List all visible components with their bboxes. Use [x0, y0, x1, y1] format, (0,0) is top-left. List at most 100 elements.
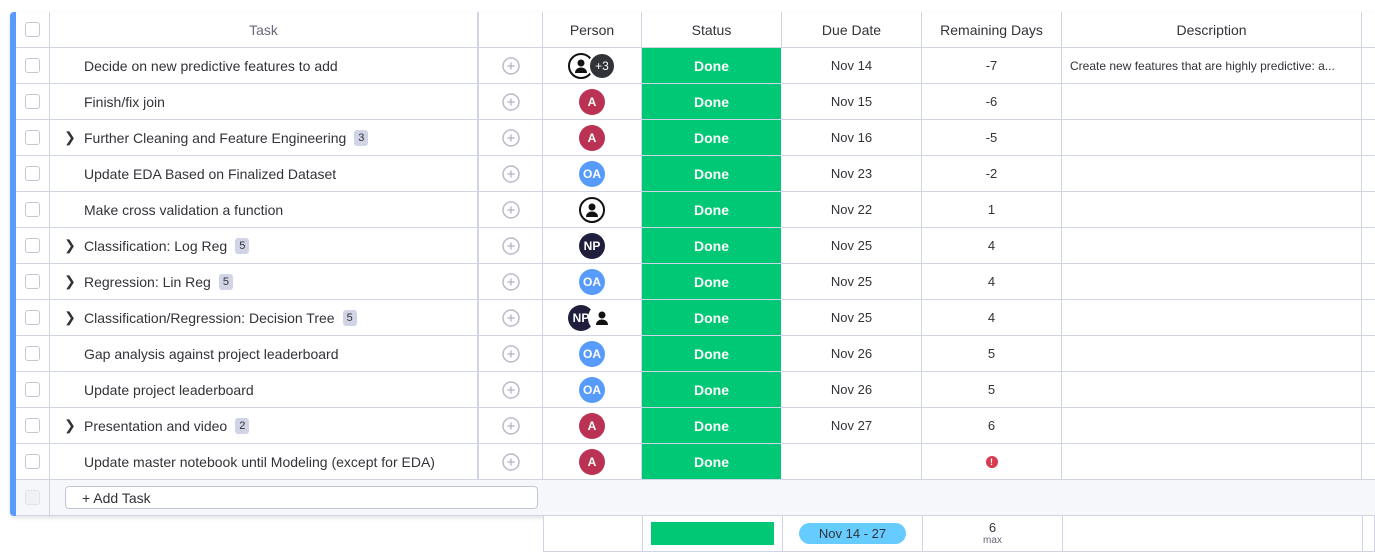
task-cell[interactable]: Finish/fix join [50, 84, 478, 119]
avatar[interactable]: OA [579, 160, 605, 187]
row-checkbox[interactable] [25, 94, 40, 109]
subitems-count-badge[interactable]: 5 [235, 237, 250, 254]
task-name[interactable]: Regression: Lin Reg [84, 274, 211, 290]
add-update-icon[interactable] [478, 372, 543, 407]
task-cell[interactable]: Gap analysis against project leaderboard [50, 336, 478, 371]
add-update-icon[interactable] [478, 156, 543, 191]
table-row[interactable]: Update project leaderboard OA Done Nov 26 5 [16, 372, 1375, 408]
more-people-badge[interactable]: +3 [588, 51, 616, 80]
avatar[interactable]: A [579, 448, 605, 475]
add-update-icon[interactable] [478, 120, 543, 155]
add-update-icon[interactable] [478, 264, 543, 299]
task-cell[interactable]: ❯ Classification: Log Reg 5 [50, 228, 478, 263]
status-cell[interactable]: Done [642, 408, 782, 443]
task-cell[interactable]: Update master notebook until Modeling (e… [50, 444, 478, 479]
status-cell[interactable]: Done [642, 120, 782, 155]
description-cell[interactable] [1062, 120, 1362, 155]
due-date-cell[interactable]: Nov 22 [782, 192, 922, 227]
header-person[interactable]: Person [543, 12, 642, 47]
task-name[interactable]: Update EDA Based on Finalized Dataset [84, 166, 336, 182]
task-cell[interactable]: ❯ Further Cleaning and Feature Engineerin… [50, 120, 478, 155]
row-check-cell[interactable] [16, 84, 50, 119]
header-remaining-days[interactable]: Remaining Days [922, 12, 1062, 47]
row-checkbox[interactable] [25, 166, 40, 181]
date-range-pill[interactable]: Nov 14 - 27 [798, 523, 907, 544]
due-date-cell[interactable]: Nov 27 [782, 408, 922, 443]
description-cell[interactable] [1062, 264, 1362, 299]
person-cell[interactable]: OA [543, 336, 642, 371]
due-date-cell[interactable]: Nov 25 [782, 300, 922, 335]
task-name[interactable]: Presentation and video [84, 418, 227, 434]
due-date-cell[interactable]: Nov 14 [782, 48, 922, 83]
person-cell[interactable]: A [543, 408, 642, 443]
task-cell[interactable]: Make cross validation a function [50, 192, 478, 227]
due-date-cell[interactable]: Nov 26 [782, 336, 922, 371]
row-checkbox[interactable] [25, 130, 40, 145]
person-cell[interactable]: A [543, 444, 642, 479]
row-checkbox[interactable] [25, 454, 40, 469]
task-cell[interactable]: Decide on new predictive features to add [50, 48, 478, 83]
add-update-icon[interactable] [478, 192, 543, 227]
row-check-cell[interactable] [16, 372, 50, 407]
expand-chevron-icon[interactable]: ❯ [60, 237, 80, 254]
add-update-icon[interactable] [478, 300, 543, 335]
select-all-cell[interactable] [16, 12, 50, 47]
description-cell[interactable] [1062, 408, 1362, 443]
row-checkbox[interactable] [25, 274, 40, 289]
add-task-button[interactable]: + Add Task [65, 486, 538, 509]
table-row[interactable]: Update EDA Based on Finalized Dataset OA D… [16, 156, 1375, 192]
due-date-cell[interactable]: Nov 16 [782, 120, 922, 155]
add-update-icon[interactable] [478, 408, 543, 443]
row-check-cell[interactable] [16, 336, 50, 371]
due-date-cell[interactable]: Nov 15 [782, 84, 922, 119]
status-cell[interactable]: Done [642, 84, 782, 119]
due-date-cell[interactable]: Nov 26 [782, 372, 922, 407]
status-cell[interactable]: Done [642, 48, 782, 83]
person-placeholder-icon[interactable] [579, 196, 605, 223]
footer-remaining-summary[interactable]: 6 max [923, 516, 1063, 551]
header-description[interactable]: Description [1062, 12, 1362, 47]
select-all-checkbox[interactable] [25, 22, 40, 37]
subitems-count-badge[interactable]: 5 [218, 273, 233, 290]
due-date-cell[interactable]: Nov 25 [782, 264, 922, 299]
table-row[interactable]: Finish/fix join A Done Nov 15 -6 [16, 84, 1375, 120]
row-check-cell[interactable] [16, 444, 50, 479]
task-cell[interactable]: ❯ Regression: Lin Reg 5 [50, 264, 478, 299]
person-cell[interactable]: OA [543, 264, 642, 299]
add-update-icon[interactable] [478, 228, 543, 263]
row-check-cell[interactable] [16, 156, 50, 191]
header-more[interactable] [1362, 12, 1375, 47]
status-summary-bar[interactable] [651, 522, 774, 545]
table-row[interactable]: Gap analysis against project leaderboard… [16, 336, 1375, 372]
description-cell[interactable] [1062, 300, 1362, 335]
task-name[interactable]: Update master notebook until Modeling (e… [84, 454, 435, 470]
avatar[interactable]: OA [579, 340, 605, 367]
due-date-cell[interactable]: Nov 25 [782, 228, 922, 263]
task-name[interactable]: Classification/Regression: Decision Tree [84, 310, 335, 326]
due-date-cell[interactable]: Nov 23 [782, 156, 922, 191]
avatar[interactable]: OA [579, 376, 605, 403]
subitems-count-badge[interactable]: 2 [235, 417, 250, 434]
due-date-cell[interactable] [782, 444, 922, 479]
row-check-cell[interactable] [16, 300, 50, 335]
person-cell[interactable]: NP [543, 228, 642, 263]
table-row[interactable]: ❯ Classification/Regression: Decision Tre… [16, 300, 1375, 336]
row-checkbox[interactable] [25, 418, 40, 433]
task-cell[interactable]: ❯ Classification/Regression: Decision Tre… [50, 300, 478, 335]
task-name[interactable]: Update project leaderboard [84, 382, 254, 398]
row-check-cell[interactable] [16, 228, 50, 263]
row-checkbox[interactable] [25, 238, 40, 253]
status-cell[interactable]: Done [642, 300, 782, 335]
table-row[interactable]: Update master notebook until Modeling (e… [16, 444, 1375, 480]
row-check-cell[interactable] [16, 408, 50, 443]
task-name[interactable]: Finish/fix join [84, 94, 165, 110]
footer-due-summary[interactable]: Nov 14 - 27 [783, 516, 923, 551]
person-cell[interactable]: +3 [543, 48, 642, 83]
description-cell[interactable] [1062, 228, 1362, 263]
description-cell[interactable]: Create new features that are highly pred… [1062, 48, 1362, 83]
row-checkbox[interactable] [25, 346, 40, 361]
status-cell[interactable]: Done [642, 336, 782, 371]
header-status[interactable]: Status [642, 12, 782, 47]
person-cell[interactable]: NP [543, 300, 642, 335]
status-cell[interactable]: Done [642, 192, 782, 227]
